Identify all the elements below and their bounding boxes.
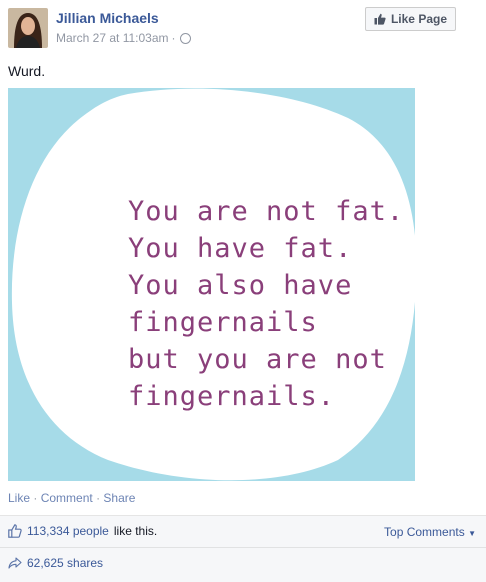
like-page-button[interactable]: Like Page: [364, 7, 456, 31]
quote-line: You also have: [128, 270, 352, 301]
quote-line: You have fat.: [128, 233, 352, 264]
action-separator: ·: [33, 491, 38, 505]
top-comments-dropdown[interactable]: Top Comments ▼: [384, 525, 476, 539]
feedback-divider: [0, 547, 486, 548]
post-actions: Like · Comment · Share: [8, 491, 135, 505]
likes-count[interactable]: 113,334 people: [27, 524, 109, 538]
author-name[interactable]: Jillian Michaels: [56, 10, 159, 26]
thumbs-up-icon: [8, 524, 22, 538]
share-arrow-icon: [8, 557, 22, 569]
likes-summary: 113,334 people like this.: [8, 524, 157, 538]
avatar[interactable]: [8, 8, 48, 48]
feedback-panel: 113,334 people like this. Top Comments ▼…: [0, 515, 486, 582]
quote-line: but you are not: [128, 344, 387, 375]
quote-line: You are not fat.: [128, 196, 404, 227]
shares-link[interactable]: 62,625 shares: [8, 556, 103, 570]
share-link[interactable]: Share: [103, 491, 135, 505]
like-link[interactable]: Like: [8, 491, 30, 505]
post-timestamp[interactable]: March 27 at 11:03am: [56, 31, 169, 45]
like-page-label: Like Page: [390, 12, 447, 26]
post-text: Wurd.: [8, 63, 46, 79]
thumbs-up-icon: [374, 13, 386, 25]
chevron-down-icon: ▼: [468, 529, 476, 538]
likes-suffix: like this.: [113, 524, 158, 538]
quote-line: fingernails: [128, 307, 318, 338]
action-separator: ·: [96, 491, 101, 505]
comment-link[interactable]: Comment: [41, 491, 93, 505]
shares-count: 62,625 shares: [27, 556, 104, 570]
globe-icon[interactable]: [179, 32, 191, 44]
quote-line: fingernails.: [128, 381, 335, 412]
post-meta: March 27 at 11:03am ·: [56, 31, 191, 45]
post-card: Jillian Michaels March 27 at 11:03am · L…: [0, 0, 486, 582]
meta-separator: ·: [171, 31, 176, 45]
post-photo[interactable]: You are not fat. You have fat. You also …: [8, 88, 415, 481]
top-comments-label: Top Comments: [384, 525, 465, 539]
